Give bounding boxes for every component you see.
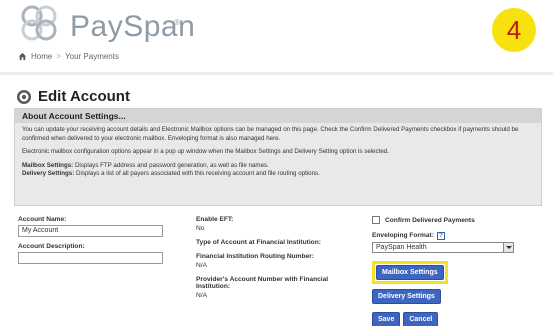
breadcrumb-home[interactable]: Home [31, 52, 52, 61]
mailbox-settings-highlight: Mailbox Settings [372, 261, 448, 284]
form-actions: Save Cancel [372, 312, 532, 326]
account-name-column: Account Name: My Account Account Descrip… [18, 216, 168, 270]
breadcrumb-your-payments[interactable]: Your Payments [65, 52, 119, 61]
gear-icon [17, 89, 31, 104]
confirm-delivered-checkbox[interactable] [372, 216, 380, 224]
about-paragraph-2: Electronic mailbox configuration options… [22, 148, 389, 156]
payspan-logo[interactable]: PaySpan ® [18, 4, 198, 46]
account-number-value: N/A [196, 292, 207, 299]
account-description-input[interactable] [18, 252, 163, 264]
payspan-logo-icon [21, 5, 57, 41]
routing-number-value: N/A [196, 262, 207, 269]
mailbox-settings-desc: Displays FTP address and password genera… [74, 161, 269, 169]
enveloping-format-value: PaySpan Health [376, 244, 427, 251]
save-button[interactable]: Save [372, 312, 401, 326]
about-delivery-line: Delivery Settings: Displays a list of al… [22, 170, 534, 179]
page-title-row: Edit Account [16, 88, 130, 105]
breadcrumb-separator: > [56, 52, 62, 61]
confirm-delivered-label: Confirm Delivered Payments [385, 216, 475, 224]
brand-name: PaySpan [70, 10, 196, 43]
header: PaySpan ® 4 Home > Your Payments [0, 0, 553, 72]
enveloping-format-label: Enveloping Format: [372, 232, 434, 239]
help-icon[interactable]: ? [436, 232, 445, 240]
enable-eft-value: No [196, 225, 205, 232]
enable-eft-label: Enable EFT: [196, 216, 234, 223]
account-type-label: Type of Account at Financial Institution… [196, 239, 321, 246]
about-mailbox-line: Mailbox Settings: Displays FTP address a… [22, 162, 534, 171]
account-name-label: Account Name: [18, 216, 67, 223]
home-icon [18, 52, 27, 61]
account-name-input[interactable]: My Account [18, 225, 163, 237]
confirm-delivered-row: Confirm Delivered Payments [372, 216, 532, 224]
enveloping-format-label-row: Enveloping Format:? [372, 232, 532, 240]
account-number-label: Provider's Account Number with Financial… [196, 276, 329, 290]
about-account-settings-panel: About Account Settings... You can update… [14, 108, 542, 206]
mailbox-settings-term: Mailbox Settings: [22, 161, 74, 169]
header-divider [0, 72, 553, 75]
about-heading: About Account Settings... [15, 109, 541, 123]
brand-registered-mark: ® [174, 18, 180, 27]
cancel-button[interactable]: Cancel [403, 312, 439, 326]
page-title: Edit Account [38, 88, 130, 105]
chevron-down-icon[interactable] [503, 243, 513, 252]
step-badge: 4 [492, 8, 536, 52]
financial-info-column: Enable EFT: No Type of Account at Financ… [196, 216, 356, 306]
about-body: You can update your receiving account de… [15, 123, 541, 187]
delivery-settings-button[interactable]: Delivery Settings [372, 289, 441, 304]
account-description-label: Account Description: [18, 243, 85, 250]
about-paragraph-1: You can update your receiving account de… [22, 126, 519, 142]
delivery-settings-term: Delivery Settings: [22, 170, 75, 178]
enveloping-format-select[interactable]: PaySpan Health [372, 242, 514, 253]
breadcrumb: Home > Your Payments [18, 52, 119, 61]
mailbox-settings-button[interactable]: Mailbox Settings [376, 265, 444, 280]
settings-column: Confirm Delivered Payments Enveloping Fo… [372, 216, 532, 326]
routing-number-label: Financial Institution Routing Number: [196, 253, 314, 260]
delivery-settings-desc: Displays a list of all payers associated… [76, 170, 320, 178]
